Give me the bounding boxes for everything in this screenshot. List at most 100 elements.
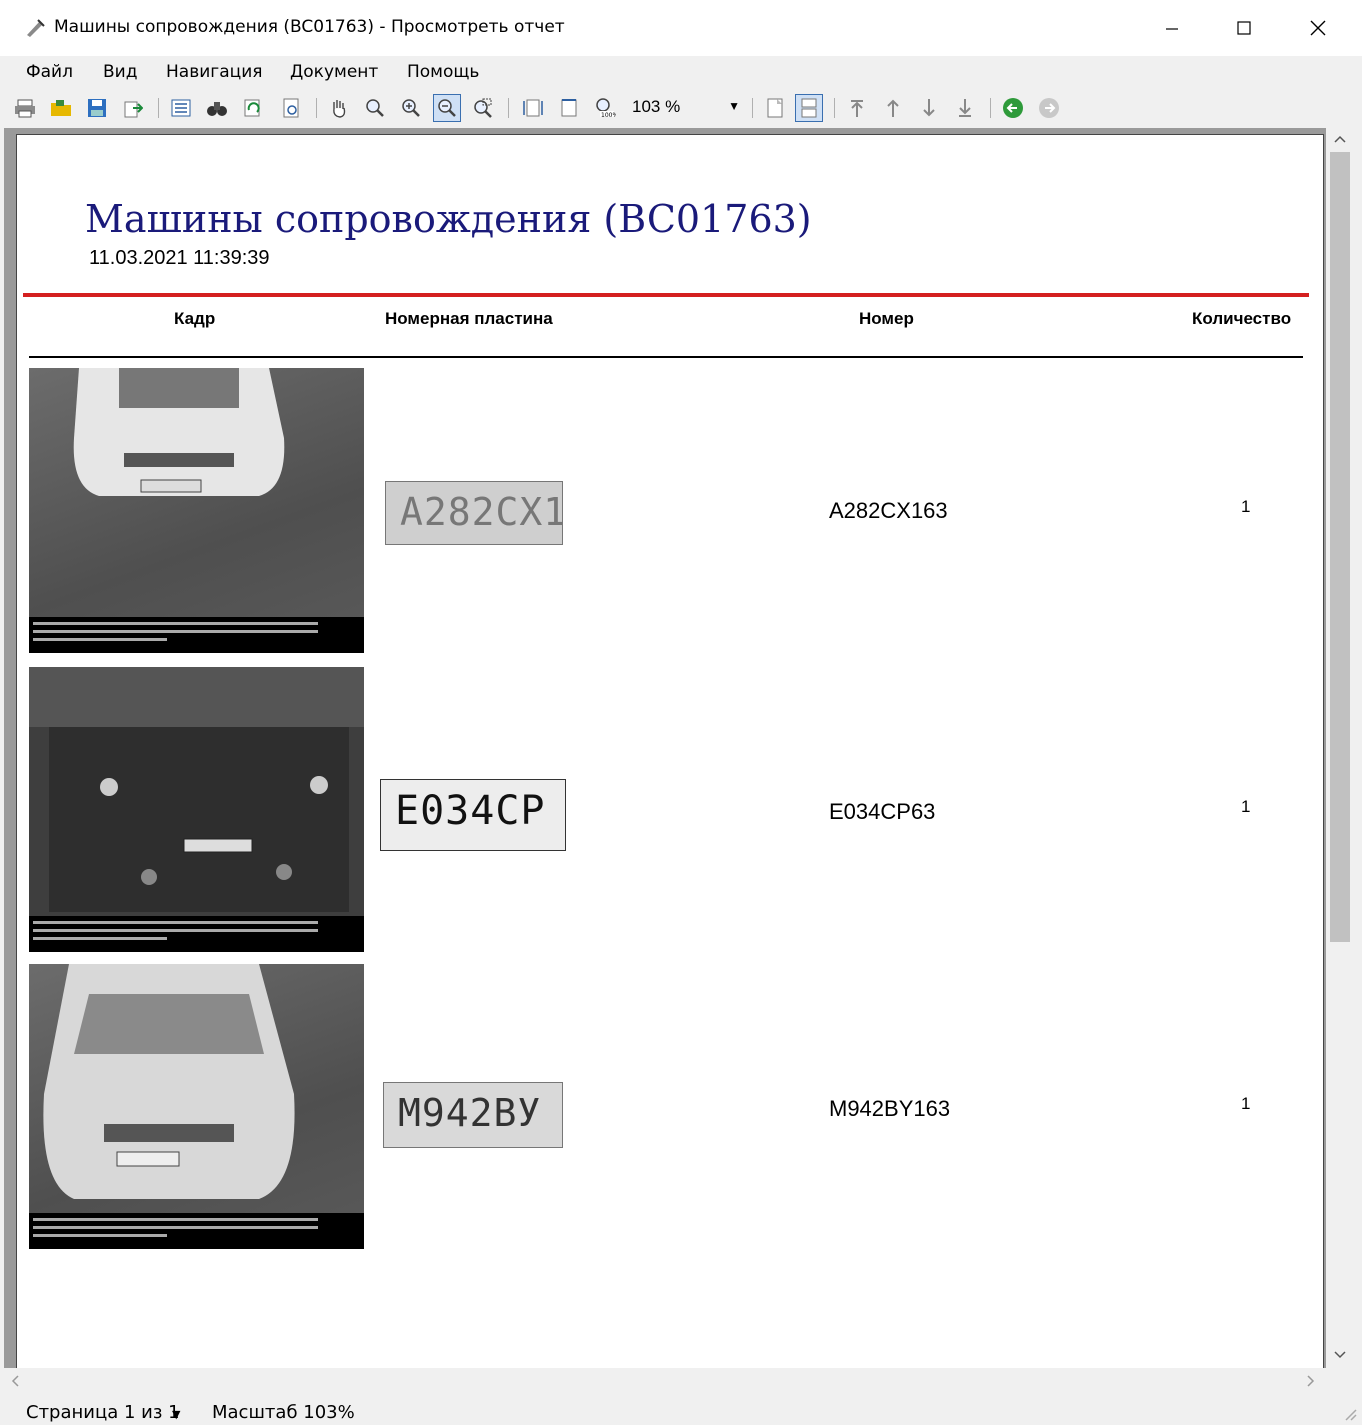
plate-image: А282СХ1 xyxy=(385,481,563,545)
page-width-button[interactable] xyxy=(520,95,546,121)
vertical-scroll-thumb[interactable] xyxy=(1330,152,1350,942)
binoculars-icon xyxy=(207,102,227,116)
status-bar: Страница 1 из 1 ▼ Масштаб 103% xyxy=(0,1396,1362,1425)
menu-document[interactable]: Документ xyxy=(290,62,378,82)
frame-image xyxy=(29,368,364,653)
report-viewport[interactable]: Машины сопровождения (BC01763) 11.03.202… xyxy=(4,128,1326,1368)
chevron-left-icon[interactable] xyxy=(10,1374,20,1388)
save-button[interactable] xyxy=(84,95,110,121)
previous-page-button[interactable] xyxy=(880,95,906,121)
forward-button[interactable] xyxy=(1036,95,1062,121)
report-page: Машины сопровождения (BC01763) 11.03.202… xyxy=(16,134,1324,1368)
zoom-region-button[interactable] xyxy=(470,95,496,121)
first-page-button[interactable] xyxy=(844,95,870,121)
app-icon xyxy=(27,19,45,37)
chevron-down-icon[interactable]: ▼ xyxy=(172,1408,180,1421)
count-value: 1 xyxy=(1241,497,1251,516)
resize-grip-icon[interactable] xyxy=(1342,1406,1358,1422)
page-width-icon xyxy=(523,99,543,117)
header-divider xyxy=(29,356,1303,358)
zoom-region-icon xyxy=(474,98,492,118)
toolbar-separator xyxy=(752,98,753,118)
open-button[interactable] xyxy=(48,95,74,121)
print-icon xyxy=(15,99,35,118)
menu-bar: Файл Вид Навигация Документ Помощь xyxy=(0,56,1362,88)
export-button[interactable] xyxy=(120,95,146,121)
count-value: 1 xyxy=(1241,797,1251,816)
column-header-plate: Номерная пластина xyxy=(385,309,553,328)
list-icon xyxy=(171,99,191,117)
back-arrow-icon xyxy=(1003,98,1023,118)
toolbar: 100% 103 % ▼ xyxy=(0,88,1362,128)
toolbar-separator xyxy=(316,98,317,118)
frame-image xyxy=(29,667,364,952)
toolbar-separator xyxy=(508,98,509,118)
refresh-button[interactable] xyxy=(240,95,266,121)
svg-text:100%: 100% xyxy=(601,112,616,119)
plate-image: Е034СР xyxy=(380,779,566,851)
chevron-down-icon[interactable] xyxy=(1333,1350,1347,1360)
close-button[interactable] xyxy=(1284,6,1352,50)
column-header-number: Номер xyxy=(859,309,914,328)
plate-number: E034CP63 xyxy=(829,799,936,824)
zoom-100-icon: 100% xyxy=(596,98,616,119)
close-icon xyxy=(1310,20,1326,36)
magnifier-icon xyxy=(366,99,384,117)
window-title: Машины сопровождения (BC01763) - Просмот… xyxy=(54,17,565,37)
report-date: 11.03.2021 11:39:39 xyxy=(89,247,270,269)
folder-icon xyxy=(51,100,71,116)
frame-image xyxy=(29,964,364,1249)
refresh-icon xyxy=(244,99,260,117)
back-button[interactable] xyxy=(1000,95,1026,121)
menu-file[interactable]: Файл xyxy=(26,62,73,82)
title-bar: Машины сопровождения (BC01763) - Просмот… xyxy=(0,0,1362,56)
menu-help[interactable]: Помощь xyxy=(407,62,479,82)
zoom-in-icon xyxy=(402,99,420,117)
title-divider xyxy=(23,293,1309,297)
continuous-page-icon xyxy=(801,98,817,118)
print-button[interactable] xyxy=(12,95,38,121)
save-icon xyxy=(88,99,106,117)
menu-navigation[interactable]: Навигация xyxy=(166,62,262,82)
page-setup-button[interactable] xyxy=(278,95,304,121)
car-image xyxy=(73,368,285,496)
plate-number: M942BY163 xyxy=(829,1096,951,1121)
report-title: Машины сопровождения (BC01763) xyxy=(85,197,812,241)
menu-view[interactable]: Вид xyxy=(103,62,137,82)
zoom-in-button[interactable] xyxy=(398,95,424,121)
maximize-button[interactable] xyxy=(1210,6,1278,50)
chevron-down-icon: ▼ xyxy=(728,99,740,113)
plate-number: A282CX163 xyxy=(829,498,948,523)
next-page-button[interactable] xyxy=(916,95,942,121)
minimize-icon xyxy=(1166,28,1178,30)
minimize-button[interactable] xyxy=(1138,6,1206,50)
car-image xyxy=(43,964,295,1199)
zoom-tool-button[interactable] xyxy=(362,95,388,121)
plate-image: М942ВУ xyxy=(383,1082,563,1148)
chevron-right-icon[interactable] xyxy=(1306,1374,1316,1388)
zoom-out-icon xyxy=(438,99,456,117)
page-indicator[interactable]: Страница 1 из 1 xyxy=(26,1402,180,1423)
chevron-up-icon[interactable] xyxy=(1333,134,1347,144)
truck-image xyxy=(29,667,364,912)
hand-icon xyxy=(333,100,346,118)
zoom-level-value: 103 % xyxy=(632,97,681,116)
whole-page-button[interactable] xyxy=(556,95,582,121)
actual-size-button[interactable]: 100% xyxy=(592,95,618,121)
horizontal-scrollbar[interactable] xyxy=(0,1368,1354,1392)
vertical-scrollbar[interactable] xyxy=(1326,128,1354,1368)
single-page-button[interactable] xyxy=(762,95,788,121)
forward-arrow-icon xyxy=(1039,98,1059,118)
pan-tool-button[interactable] xyxy=(326,95,352,121)
continuous-page-button[interactable] xyxy=(795,94,823,122)
report-viewer-window: Машины сопровождения (BC01763) - Просмот… xyxy=(0,0,1362,1425)
zoom-status: Масштаб 103% xyxy=(212,1402,355,1423)
toolbar-separator xyxy=(990,98,991,118)
last-page-button[interactable] xyxy=(952,95,978,121)
table-of-contents-button[interactable] xyxy=(168,95,194,121)
zoom-level-combobox[interactable]: 103 % ▼ xyxy=(626,95,744,121)
find-button[interactable] xyxy=(204,95,230,121)
arrow-bottom-icon xyxy=(959,99,971,117)
zoom-out-button[interactable] xyxy=(433,94,461,122)
export-icon xyxy=(124,101,143,118)
